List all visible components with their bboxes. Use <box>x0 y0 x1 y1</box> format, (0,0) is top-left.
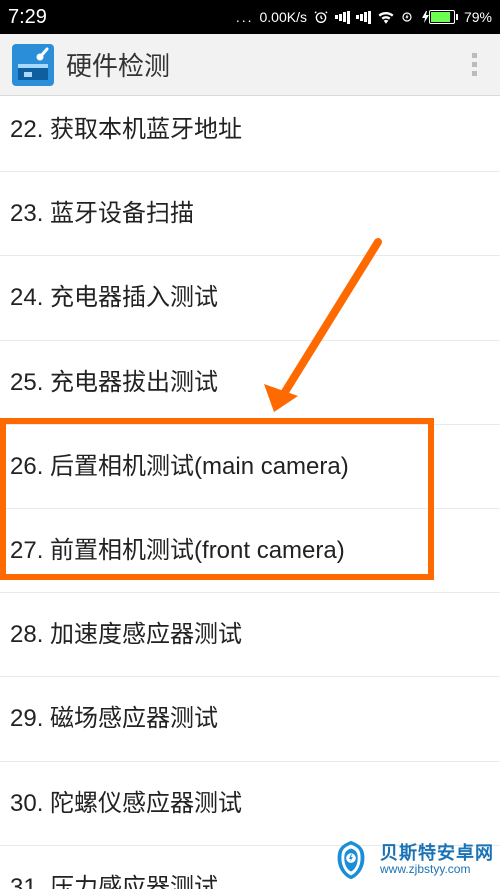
list-item[interactable]: 30. 陀螺仪感应器测试 <box>0 762 500 846</box>
list-item[interactable]: 25. 充电器拔出测试 <box>0 341 500 425</box>
wifi-icon <box>377 10 395 24</box>
app-title: 硬件检测 <box>66 46 460 83</box>
list-item-label: 26. 后置相机测试(main camera) <box>10 453 349 480</box>
list-item[interactable]: 22. 获取本机蓝牙地址 <box>0 96 500 172</box>
status-dots-icon: ... <box>236 9 254 25</box>
list-item[interactable]: 26. 后置相机测试(main camera) <box>0 425 500 509</box>
list-item-label: 27. 前置相机测试(front camera) <box>10 537 345 564</box>
flash-icon <box>401 9 413 25</box>
overflow-menu-button[interactable] <box>460 44 488 86</box>
list-item-label: 23. 蓝牙设备扫描 <box>10 200 194 227</box>
app-bar: 硬件检测 <box>0 34 500 96</box>
watermark-text: 贝斯特安卓网 www.zjbstyy.com <box>380 844 494 877</box>
list-item[interactable]: 23. 蓝牙设备扫描 <box>0 172 500 256</box>
status-time: 7:29 <box>8 6 47 29</box>
list-item-label: 22. 获取本机蓝牙地址 <box>10 116 242 143</box>
alarm-icon <box>313 9 329 25</box>
list-item-label: 30. 陀螺仪感应器测试 <box>10 790 242 817</box>
list-item[interactable]: 27. 前置相机测试(front camera) <box>0 509 500 593</box>
list-item[interactable]: 24. 充电器插入测试 <box>0 256 500 340</box>
watermark: 贝斯特安卓网 www.zjbstyy.com <box>328 837 494 883</box>
list-item-label: 29. 磁场感应器测试 <box>10 705 218 732</box>
test-list: 22. 获取本机蓝牙地址 23. 蓝牙设备扫描 24. 充电器插入测试 25. … <box>0 96 500 889</box>
status-battery-pct: 79% <box>464 9 492 25</box>
list-item[interactable]: 29. 磁场感应器测试 <box>0 677 500 761</box>
overflow-dot-icon <box>472 62 477 67</box>
overflow-dot-icon <box>472 71 477 76</box>
status-net-speed: 0.00K/s <box>259 9 306 25</box>
watermark-en: www.zjbstyy.com <box>380 863 494 876</box>
signal-icon-2 <box>356 10 371 24</box>
status-bar: 7:29 ... 0.00K/s 79% <box>0 0 500 34</box>
status-right: ... 0.00K/s 79% <box>47 9 492 25</box>
battery-icon <box>419 10 458 24</box>
watermark-logo-icon <box>328 837 374 883</box>
list-item[interactable]: 28. 加速度感应器测试 <box>0 593 500 677</box>
signal-icon <box>335 10 350 24</box>
list-item-label: 24. 充电器插入测试 <box>10 284 218 311</box>
list-item-label: 31. 压力感应器测试 <box>10 874 218 889</box>
app-icon <box>12 44 54 86</box>
watermark-cn: 贝斯特安卓网 <box>380 844 494 864</box>
overflow-dot-icon <box>472 53 477 58</box>
list-item-label: 28. 加速度感应器测试 <box>10 621 242 648</box>
list-item-label: 25. 充电器拔出测试 <box>10 369 218 396</box>
